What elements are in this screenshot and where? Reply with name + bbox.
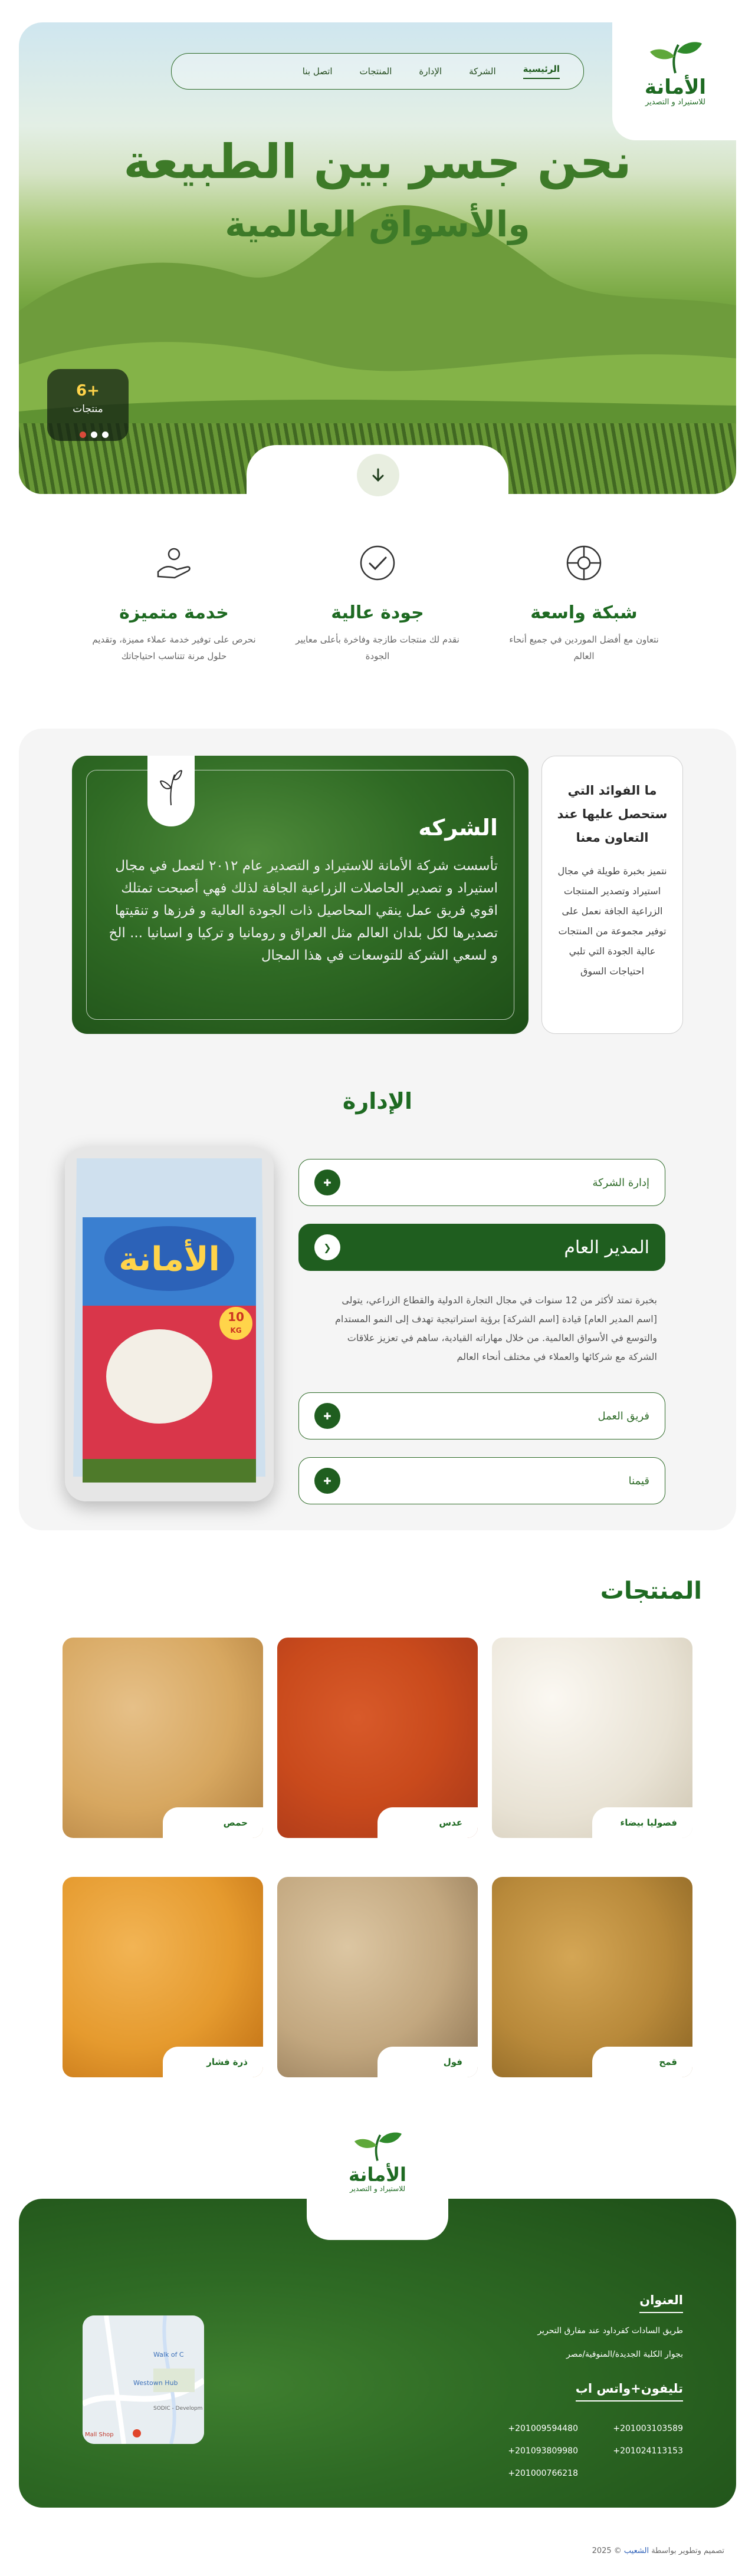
phone-title: تليفون+واتس اب [575,2381,683,2402]
footer-logo-name: الأمانة [348,2163,407,2186]
bag-brand-text: الأمانة [119,1238,220,1279]
map-label: Mall Shop [85,2432,114,2438]
product-card-wheat[interactable]: قمح [492,1877,692,2077]
address-title: العنوان [639,2293,683,2313]
company-text: تأسست شركة الأمانة للاستيراد و التصدير ع… [109,858,498,963]
company-card: الشركه تأسست شركة الأمانة للاستيراد و ال… [72,756,528,1034]
slider-dots [80,431,109,438]
product-card-white-beans[interactable]: فصوليا بيضاء [492,1638,692,1838]
chevron-right-icon: ❯ [314,1234,340,1260]
slider-dot[interactable] [102,431,109,438]
site-logo[interactable]: الأمانة للاستيراد و التصدير [625,39,726,107]
products-title: المنتجات [600,1577,702,1605]
counter-label: منتجات [73,403,103,415]
footer-logo-tagline: للاستيراد و التصدير [349,2185,406,2193]
benefits-text: نتميز بخبرة طويلة في مجال استيراد وتصدير… [557,865,667,977]
bag-weight: 10 [228,1310,244,1324]
accordion-company-management[interactable]: إدارة الشركة ✚ [298,1159,665,1206]
product-card-chickpeas[interactable]: حمص [63,1638,263,1838]
check-circle-icon [360,545,395,581]
feature-network: شبكة واسعة نتعاون مع أفضل الموردين في جم… [498,542,669,664]
leaf-logo-icon [354,2132,402,2161]
plus-icon: ✚ [314,1170,340,1195]
address-line2: بجوار الكلية الجديدة/المنوفية/مصر [566,2350,683,2359]
feature-title: جودة عالية [331,602,424,623]
nav-item-management[interactable]: الإدارة [419,66,442,77]
product-label: ذرة فشار [163,2047,263,2077]
company-title: الشركه [418,815,498,841]
footer-logo[interactable]: الأمانة للاستيراد و التصدير [319,2129,436,2193]
product-label: فول [378,2047,478,2077]
products-counter: 6+ منتجات [47,369,129,441]
benefits-title: ما الفوائد التي ستحصل عليها عند التعاون … [557,783,668,845]
plus-icon: ✚ [314,1468,340,1494]
feature-service: خدمة متميزة نحرص على توفير خدمة عملاء مم… [88,542,260,664]
map-illustration: Walk of C Westown Hub SODIC - Developm M… [83,2315,204,2444]
bag-unit: KG [230,1326,241,1335]
accordion-content: بخبرة تمتد لأكثر من 12 سنوات في مجال الت… [334,1294,657,1362]
scroll-down-button[interactable] [357,454,399,496]
accordion-label: فريق العمل [598,1409,650,1422]
counter-value: 6+ [76,382,100,400]
nav-item-home[interactable]: الرئيسية [523,64,560,79]
feature-title: خدمة متميزة [119,602,229,623]
product-label: فصوليا بيضاء [592,1807,692,1838]
product-card-popcorn[interactable]: ذرة فشار [63,1877,263,2077]
leaf-logo-icon [159,770,183,806]
footer-logo-tab [307,2199,448,2240]
management-title: الإدارة [342,1088,413,1114]
product-card-lentils[interactable]: عدس [277,1638,478,1838]
footer-phone-section: تليفون+واتس اب [575,2381,683,2412]
product-bag-illustration: الأمانة 10 KG [65,1147,274,1501]
slider-dot[interactable] [91,431,97,438]
feature-text: نقدم لك منتجات طازجة وفاخرة بأعلى معايير… [296,634,459,661]
address-line1: طريق السادات كفرداود عند مفارق التحرير [537,2326,683,2335]
phone-number[interactable]: +201003103589 [613,2424,683,2433]
accordion-team[interactable]: فريق العمل ✚ [298,1392,665,1439]
map-label: Walk of C [153,2351,184,2358]
feature-quality: جودة عالية نقدم لك منتجات طازجة وفاخرة ب… [292,542,463,664]
feature-text: نتعاون مع أفضل الموردين في جميع أنحاء ال… [509,634,659,661]
phone-number[interactable]: +201024113153 [613,2446,683,2456]
leaf-logo-icon [650,42,702,74]
nav-item-contact[interactable]: اتصل بنا [303,66,333,77]
nav-item-products[interactable]: المنتجات [360,66,392,77]
product-bag-image: الأمانة 10 KG [65,1147,274,1501]
hero-title-line2: والأسواق العالمية [225,204,530,245]
accordion-values[interactable]: قيمنا ✚ [298,1457,665,1504]
accordion-label: إدارة الشركة [592,1176,649,1189]
phone-number[interactable]: +201009594480 [508,2424,578,2433]
logo-name: الأمانة [644,75,707,99]
logo-tagline: للاستيراد و التصدير [645,98,705,107]
product-label: قمح [592,2047,692,2077]
plus-icon: ✚ [314,1403,340,1429]
nav-item-company[interactable]: الشركة [469,66,496,77]
accordion-general-manager[interactable]: المدير العام ❯ [298,1224,665,1271]
product-label: عدس [378,1807,478,1838]
network-icon [566,545,602,581]
main-nav: الرئيسية الشركة الإدارة المنتجات اتصل بن… [171,53,584,90]
phone-number[interactable]: +201000766218 [508,2469,578,2478]
map-label: Westown Hub [133,2379,178,2387]
arrow-down-icon [372,468,384,482]
hero-title-line1: نحن جسر بين الطبيعة [123,134,632,189]
product-card-fava-beans[interactable]: فول [277,1877,478,2077]
footer-address-section: العنوان [639,2293,683,2324]
accordion-label: المدير العام [564,1237,649,1258]
service-hand-icon [157,548,191,579]
phone-number[interactable]: +201093809980 [508,2446,578,2456]
slider-dot[interactable] [80,431,86,438]
map-label: SODIC - Developm [153,2406,202,2412]
copyright-text: 2025 © تصميم وتطوير بواسطة [592,2547,724,2555]
copyright-brand-link[interactable]: الشعيب [624,2547,649,2555]
benefits-card: ما الفوائد التي ستحصل عليها عند التعاون … [541,756,683,1034]
feature-title: شبكة واسعة [530,602,638,623]
product-label: حمص [163,1807,263,1838]
accordion-label: قيمنا [628,1474,649,1487]
feature-text: نحرص على توفير خدمة عملاء مميزة، وتقديم … [92,634,256,661]
location-map[interactable]: Walk of C Westown Hub SODIC - Developm M… [83,2315,204,2444]
copyright: 2025 © تصميم وتطوير بواسطة الشعيب [0,2547,724,2555]
